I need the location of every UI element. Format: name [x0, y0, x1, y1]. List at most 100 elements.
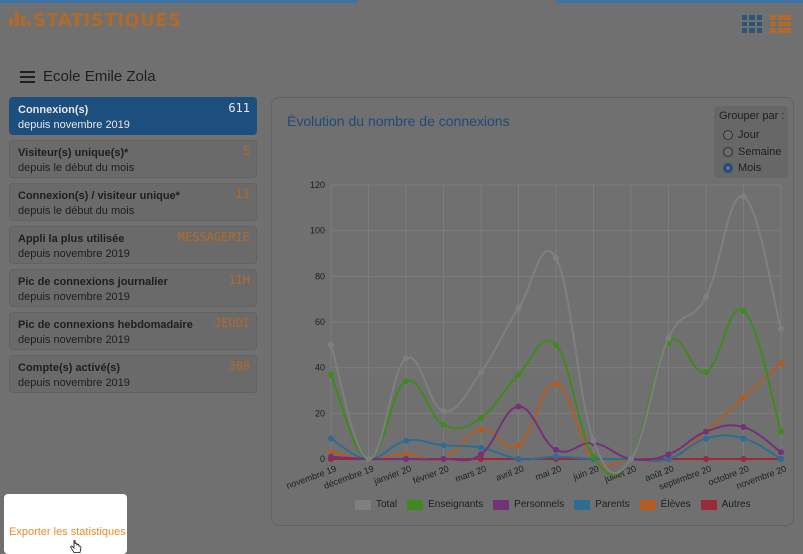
- legend-item[interactable]: Autres: [700, 499, 751, 510]
- data-point: [440, 421, 447, 428]
- legend-item[interactable]: Élèves: [639, 499, 691, 510]
- card-title: Connexion(s) / visiteur unique*: [18, 190, 180, 202]
- data-point: [440, 456, 447, 462]
- stat-card-pic-journalier[interactable]: Pic de connexions journalier depuis nove…: [9, 269, 257, 307]
- data-point: [665, 451, 672, 458]
- card-value: 5: [242, 144, 250, 158]
- data-point: [440, 442, 447, 449]
- card-value: MESSAGERIE: [177, 230, 250, 244]
- data-point: [590, 437, 597, 444]
- grid-view-icon[interactable]: [742, 15, 762, 33]
- stat-card-visiteurs[interactable]: Visiteur(s) unique(s)* depuis le début d…: [9, 140, 257, 178]
- card-value: 11: [235, 187, 250, 201]
- data-point: [628, 456, 634, 462]
- export-label: Exporter les statistiques: [9, 526, 126, 538]
- data-point: [403, 456, 409, 462]
- radio-jour[interactable]: Jour: [723, 129, 759, 141]
- data-point: [778, 325, 784, 332]
- legend-swatch: [639, 499, 656, 510]
- data-point: [778, 449, 784, 456]
- group-by-title: Grouper par :: [719, 110, 785, 122]
- legend-swatch: [700, 499, 717, 510]
- y-tick-label: 20: [315, 408, 325, 418]
- stat-card-comptes[interactable]: Compte(s) activé(s) depuis novembre 2019…: [9, 355, 257, 393]
- data-point: [778, 360, 784, 367]
- data-point: [403, 378, 409, 385]
- top-bar: STATISTIQUES: [0, 0, 803, 48]
- data-point: [665, 334, 672, 341]
- data-point: [740, 193, 747, 200]
- y-tick-label: 0: [320, 454, 325, 464]
- radio-button[interactable]: [723, 130, 733, 140]
- school-name: Ecole Emile Zola: [43, 68, 156, 85]
- legend-label: Parents: [595, 499, 630, 510]
- radio-semaine[interactable]: Semaine: [723, 146, 781, 158]
- card-title: Visiteur(s) unique(s)*: [18, 147, 129, 159]
- data-point: [553, 255, 559, 262]
- card-title: Connexion(s): [18, 104, 89, 116]
- data-point: [515, 305, 522, 312]
- data-point: [703, 428, 709, 435]
- stat-card-connexions[interactable]: Connexion(s) depuis novembre 2019 611: [9, 97, 257, 135]
- card-value: JEUDI: [213, 316, 250, 330]
- menu-icon[interactable]: [20, 70, 35, 83]
- chart-legend: Total Enseignants Personnels Parents Élèves A…: [355, 499, 751, 510]
- radio-button[interactable]: [723, 147, 733, 157]
- top-accent-line: [556, 0, 803, 3]
- card-subtitle: depuis novembre 2019: [18, 248, 130, 260]
- legend-label: Enseignants: [428, 499, 484, 510]
- data-point: [403, 355, 409, 362]
- data-point: [478, 444, 484, 451]
- card-value: 11H: [228, 273, 250, 287]
- y-tick-label: 60: [315, 317, 325, 327]
- data-point: [515, 456, 522, 462]
- card-value: 308: [228, 359, 250, 373]
- data-point: [478, 414, 484, 421]
- legend-item[interactable]: Total: [355, 499, 397, 510]
- radio-label: Semaine: [738, 146, 782, 158]
- data-point: [703, 456, 709, 462]
- school-header: Ecole Emile Zola: [20, 68, 156, 85]
- data-point: [328, 435, 334, 442]
- y-tick-label: 120: [310, 180, 325, 190]
- card-value: 611: [228, 101, 250, 115]
- legend-item[interactable]: Personnels: [493, 499, 564, 510]
- data-point: [553, 380, 559, 387]
- legend-item[interactable]: Enseignants: [407, 499, 483, 510]
- card-title: Pic de connexions journalier: [18, 276, 168, 288]
- card-subtitle: depuis novembre 2019: [18, 291, 130, 303]
- data-point: [515, 371, 522, 378]
- legend-label: Total: [376, 499, 398, 510]
- data-point: [365, 456, 372, 462]
- stat-card-connexions-par-visiteur[interactable]: Connexion(s) / visiteur unique* depuis l…: [9, 183, 257, 221]
- y-tick-label: 100: [310, 226, 325, 236]
- stat-card-appli[interactable]: Appli la plus utilisée depuis novembre 2…: [9, 226, 257, 264]
- data-point: [515, 403, 522, 410]
- data-point: [740, 424, 747, 431]
- data-point: [328, 453, 334, 460]
- radio-label: Jour: [738, 129, 760, 141]
- hand-cursor-icon: [70, 540, 82, 553]
- y-tick-label: 80: [315, 271, 325, 281]
- data-point: [478, 451, 484, 458]
- data-point: [553, 446, 559, 453]
- stat-card-pic-hebdomadaire[interactable]: Pic de connexions hebdomadaire depuis no…: [9, 312, 257, 350]
- data-point: [778, 428, 784, 435]
- chart-title: Évolution du nombre de connexions: [287, 113, 510, 129]
- data-point: [403, 437, 409, 444]
- card-subtitle: depuis novembre 2019: [18, 119, 130, 131]
- line-chart: 020406080100120novembre 19décembre 19jan…: [285, 180, 788, 492]
- list-view-icon[interactable]: [770, 15, 791, 33]
- data-point: [703, 435, 709, 442]
- export-button[interactable]: Exporter les statistiques: [4, 494, 127, 554]
- y-tick-label: 40: [315, 363, 325, 373]
- legend-swatch: [407, 499, 424, 510]
- data-point: [478, 426, 484, 433]
- data-point: [328, 371, 334, 378]
- top-accent-line: [0, 0, 357, 3]
- legend-item[interactable]: Parents: [574, 499, 630, 510]
- card-subtitle: depuis le début du mois: [18, 162, 135, 174]
- legend-swatch: [355, 499, 371, 510]
- data-point: [703, 293, 709, 300]
- legend-swatch: [493, 499, 510, 510]
